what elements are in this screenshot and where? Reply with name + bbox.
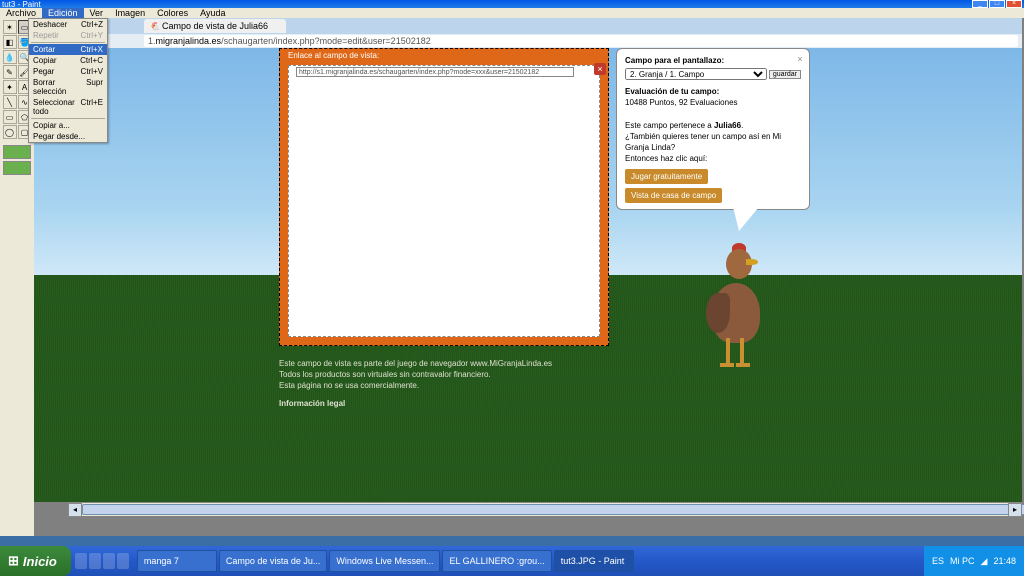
taskbar-task[interactable]: Windows Live Messen...	[329, 550, 440, 572]
menubar: Archivo Edición Ver Imagen Colores Ayuda	[0, 8, 1024, 18]
selection-label: Enlace al campo de vista:	[288, 51, 379, 60]
ql-icon[interactable]	[89, 553, 101, 569]
tool-options	[3, 145, 31, 175]
menu-pegar-desde[interactable]: Pegar desde...	[29, 131, 107, 142]
scroll-left-icon[interactable]: ◂	[68, 503, 82, 517]
menu-deshacer[interactable]: DeshacerCtrl+Z	[29, 19, 107, 30]
footer-text: Este campo de vista es parte del juego d…	[279, 358, 552, 409]
clock[interactable]: 21:48	[993, 556, 1016, 566]
bubble-close-icon[interactable]: ×	[795, 53, 805, 63]
opt-transparent[interactable]	[3, 145, 31, 159]
taskbar-task[interactable]: EL GALLINERO :grou...	[442, 550, 551, 572]
scroll-right-icon[interactable]: ▸	[1008, 503, 1022, 517]
menu-copiar[interactable]: CopiarCtrl+C	[29, 55, 107, 66]
ql-icon[interactable]	[103, 553, 115, 569]
chicken-mascot	[702, 243, 772, 383]
tray-lang[interactable]: ES	[932, 556, 944, 566]
menu-archivo[interactable]: Archivo	[0, 8, 42, 18]
play-free-button[interactable]: Jugar gratuitamente	[625, 169, 708, 184]
menu-edicion[interactable]: Edición	[42, 8, 84, 18]
scroll-thumb[interactable]	[82, 504, 1024, 515]
legal-link[interactable]: Información legal	[279, 398, 552, 409]
field-url-input[interactable]: http://s1.migranjalinda.es/schaugarten/i…	[296, 67, 574, 77]
maximize-button[interactable]: □	[989, 0, 1005, 8]
click-line: Entonces haz clic aquí:	[625, 154, 707, 163]
url-field[interactable]: 1.migranjalinda.es/schaugarten/index.php…	[144, 35, 1018, 47]
taskbar-task[interactable]: manga 7	[137, 550, 217, 572]
save-button[interactable]: guardar	[769, 70, 801, 79]
bubble-title: Campo para el pantallazo:	[625, 56, 724, 65]
menu-select-all[interactable]: Seleccionar todoCtrl+E	[29, 97, 107, 117]
tray-pc[interactable]: Mi PC	[950, 556, 975, 566]
menu-separator	[31, 42, 105, 43]
edit-menu-dropdown: DeshacerCtrl+Z RepetirCtrl+Y CortarCtrl+…	[28, 18, 108, 143]
owner-name: Julia66	[714, 121, 741, 130]
minimize-button[interactable]: _	[972, 0, 988, 8]
browser-tab[interactable]: Campo de vista de Julia66	[144, 19, 286, 33]
taskbar: Inicio manga 7Campo de vista de Ju...Win…	[0, 546, 1024, 576]
tray-avira-icon[interactable]: ◢	[981, 556, 988, 567]
titlebar: tut3 - Paint _ □ ×	[0, 0, 1024, 8]
tool-ellipse[interactable]: ◯	[3, 125, 17, 139]
menu-repetir[interactable]: RepetirCtrl+Y	[29, 30, 107, 41]
horizontal-scrollbar[interactable]: ◂ ▸	[68, 502, 1022, 516]
menu-separator	[31, 118, 105, 119]
canvas-area[interactable]: Campo de vista de Julia66 1.migranjalind…	[34, 18, 1024, 536]
owner-prefix: Este campo pertenece a	[625, 121, 714, 130]
close-button[interactable]: ×	[1006, 0, 1022, 8]
taskbar-task[interactable]: tut3.JPG - Paint	[554, 550, 634, 572]
address-bar: 1.migranjalinda.es/schaugarten/index.php…	[34, 34, 1022, 48]
tool-pencil[interactable]: ✎	[3, 65, 17, 79]
menu-borrar[interactable]: Borrar selecciónSupr	[29, 77, 107, 97]
tool-eraser[interactable]: ◧	[3, 35, 17, 49]
menu-pegar[interactable]: PegarCtrl+V	[29, 66, 107, 77]
menu-copiar-a[interactable]: Copiar a...	[29, 120, 107, 131]
close-icon[interactable]: ×	[594, 63, 606, 75]
tool-spray[interactable]: ✦	[3, 80, 17, 94]
tool-rect[interactable]: ▭	[3, 110, 17, 124]
system-tray[interactable]: ES Mi PC ◢ 21:48	[924, 546, 1024, 576]
menu-imagen[interactable]: Imagen	[109, 8, 151, 18]
selection-box[interactable]: Enlace al campo de vista: http://s1.migr…	[279, 48, 609, 346]
info-bubble: × Campo para el pantallazo: 2. Granja / …	[616, 48, 810, 210]
taskbar-task[interactable]: Campo de vista de Ju...	[219, 550, 328, 572]
opt-opaque[interactable]	[3, 161, 31, 175]
menu-ayuda[interactable]: Ayuda	[194, 8, 231, 18]
menu-ver[interactable]: Ver	[84, 8, 110, 18]
selection-inner: http://s1.migranjalinda.es/schaugarten/i…	[288, 65, 600, 337]
browser-tabs: Campo de vista de Julia66	[34, 18, 1022, 34]
house-view-button[interactable]: Vista de casa de campo	[625, 188, 722, 203]
tool-line[interactable]: ╲	[3, 95, 17, 109]
tool-freeselect[interactable]: ✶	[3, 20, 17, 34]
menu-cortar[interactable]: CortarCtrl+X	[29, 44, 107, 55]
ql-icon[interactable]	[75, 553, 87, 569]
field-select[interactable]: 2. Granja / 1. Campo	[625, 68, 767, 80]
window-title: tut3 - Paint	[2, 0, 41, 8]
eval-line: 10488 Puntos, 92 Evaluaciones	[625, 98, 738, 107]
quick-launch	[71, 553, 133, 569]
menu-colores[interactable]: Colores	[151, 8, 194, 18]
browser-screenshot: Campo de vista de Julia66 1.migranjalind…	[34, 18, 1022, 502]
task-buttons: manga 7Campo de vista de Ju...Windows Li…	[133, 550, 924, 572]
tool-picker[interactable]: 💧	[3, 50, 17, 64]
eval-title: Evaluación de tu campo:	[625, 87, 719, 96]
ql-icon[interactable]	[117, 553, 129, 569]
page-content: Enlace al campo de vista: http://s1.migr…	[34, 48, 1022, 502]
start-button[interactable]: Inicio	[0, 546, 71, 576]
wish-line: ¿También quieres tener un campo así en M…	[625, 132, 781, 152]
